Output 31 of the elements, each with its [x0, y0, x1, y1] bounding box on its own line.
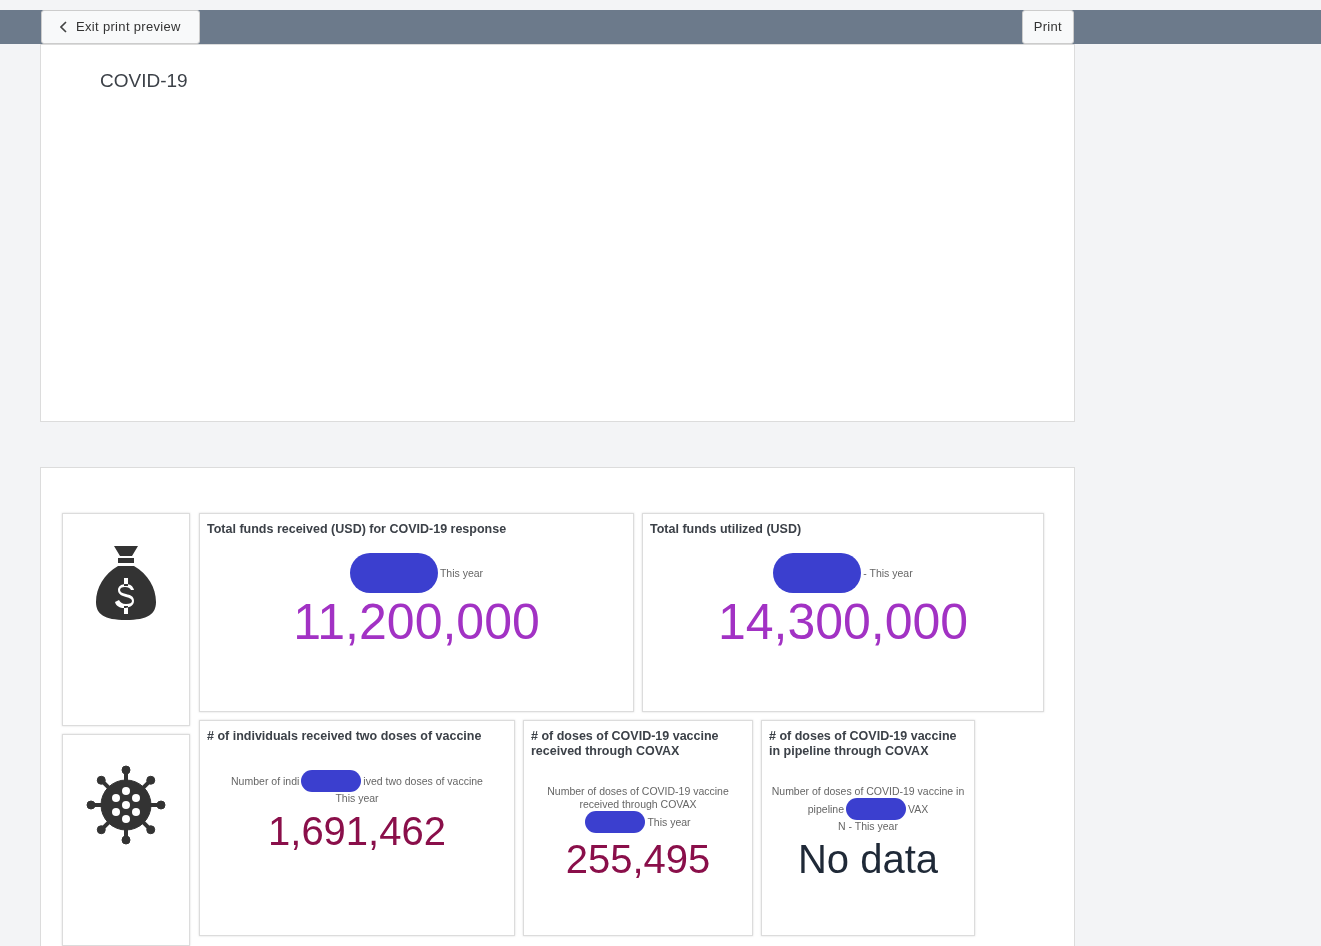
- caption-text: Number of indi: [231, 774, 300, 788]
- card-title: Total funds received (USD) for COVID-19 response: [207, 522, 508, 537]
- metric-value: 255,495: [565, 839, 711, 879]
- card-title: # of individuals received two doses of vaccine: [207, 729, 483, 744]
- metric-value: No data: [797, 839, 939, 879]
- money-bag-icon: [96, 544, 156, 622]
- exit-preview-button[interactable]: Exit print preview: [41, 10, 200, 44]
- virus-icon: [86, 764, 166, 845]
- chevron-left-icon: [60, 21, 68, 33]
- print-button[interactable]: Print: [1021, 10, 1074, 44]
- redaction-mark: [585, 811, 646, 833]
- caption-text: VAX: [908, 802, 929, 816]
- redaction-mark: [301, 770, 362, 792]
- card-title: # of doses of COVID-19 vaccine received through COVAX: [531, 729, 720, 759]
- card-title: Total funds utilized (USD): [650, 522, 803, 537]
- caption-text: - This year: [863, 566, 913, 580]
- card-title: # of doses of COVID-19 vaccine in pipeline through COVAX: [769, 729, 958, 759]
- caption-text: This year: [335, 792, 379, 805]
- caption-text: N - This year: [838, 820, 898, 833]
- caption-text: ived two doses of vaccine: [363, 774, 483, 788]
- metric-value: 1,691,462: [268, 811, 446, 851]
- redaction-mark: [846, 798, 906, 820]
- caption-text: received through COVAX: [579, 798, 697, 811]
- caption-text: pipeline: [807, 802, 844, 816]
- caption-text: Number of doses of COVID-19 vaccine in: [771, 785, 965, 798]
- metric-value: 11,200,000: [293, 597, 540, 647]
- report-title: COVID-19: [100, 69, 189, 93]
- caption-text: Number of doses of COVID-19 vaccine: [547, 785, 729, 798]
- caption-text: This year: [647, 815, 691, 829]
- caption-text: This year: [439, 566, 484, 580]
- metric-value: 14,300,000: [717, 597, 969, 647]
